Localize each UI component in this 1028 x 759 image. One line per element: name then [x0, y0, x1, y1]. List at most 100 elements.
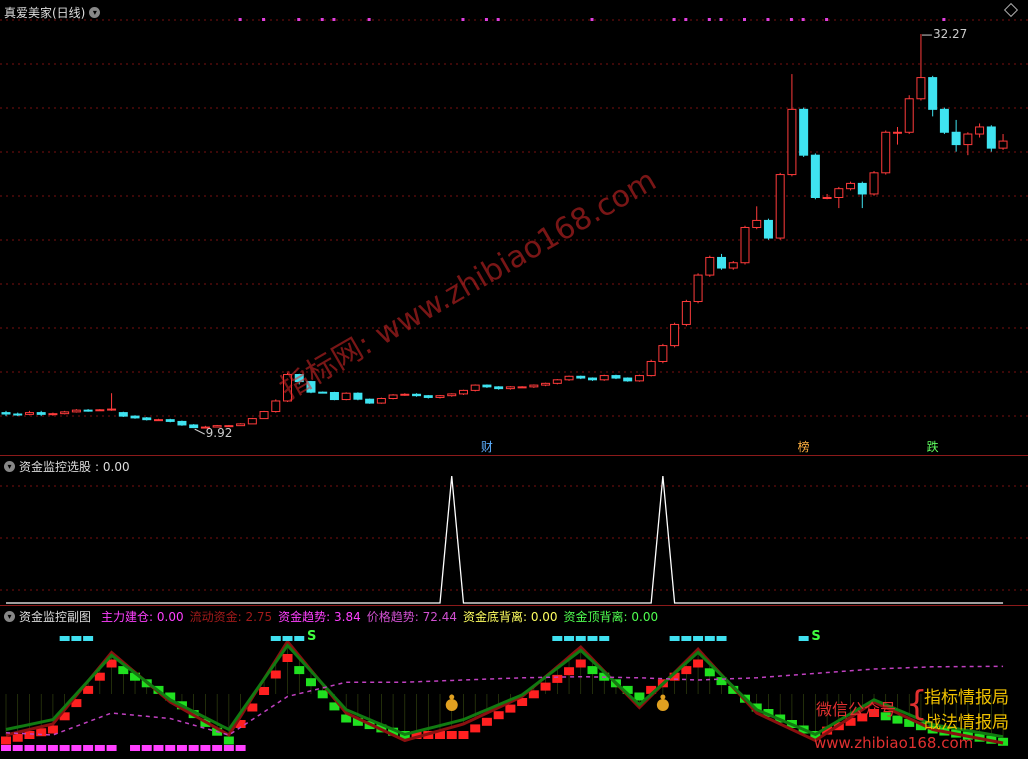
signal-dot — [590, 18, 594, 21]
select-signal-line — [6, 475, 1004, 604]
candle-body — [517, 386, 527, 389]
signal-dot — [789, 18, 793, 21]
top-signal-bar — [83, 636, 94, 641]
stock-chart-window: 32.27 9.92 财榜跌 真爱美家(日线) ▾ ▾ 资金监控选股 : 0.00 … — [0, 0, 1028, 759]
candle-body — [505, 386, 515, 390]
candle-body — [423, 395, 433, 398]
candle-body — [611, 375, 621, 379]
candle-body — [775, 174, 785, 239]
event-marker: 榜 — [798, 439, 810, 454]
candle-body — [318, 391, 328, 394]
event-marker: 跌 — [927, 439, 939, 454]
candle-body — [646, 360, 656, 377]
candle-body — [634, 375, 644, 382]
money-bag-icon-top — [449, 694, 455, 700]
signal-dot — [320, 18, 324, 21]
high-price-label: 32.27 — [933, 27, 967, 41]
signal-dot — [484, 18, 488, 21]
accumulation-bar — [1, 745, 11, 751]
candle-body — [165, 419, 175, 422]
chevron-down-icon[interactable]: ▾ — [4, 461, 15, 472]
candle-body — [998, 140, 1008, 149]
sub-panel-title: ▾ 资金监控副图 主力建仓: 0.00 流动资金: 2.75 资金趋势: 3.84 价… — [4, 608, 664, 625]
candle-body — [681, 301, 691, 325]
top-signal-bar — [599, 636, 610, 641]
top-signal-bar — [552, 636, 563, 641]
candle-body — [975, 126, 985, 135]
candle-body — [24, 412, 34, 415]
signal-dot — [367, 18, 371, 21]
trend-bar — [305, 678, 316, 687]
candle-body — [236, 423, 246, 427]
trend-bar — [505, 704, 516, 713]
candle-body — [904, 98, 914, 133]
top-signal-bar — [669, 636, 680, 641]
accumulation-bar — [188, 745, 199, 751]
candle-body — [552, 379, 562, 384]
candle-body — [447, 393, 457, 397]
accumulation-bar — [47, 745, 58, 751]
top-signal-bar — [575, 636, 586, 641]
candle-body — [412, 393, 422, 397]
candle-body — [541, 382, 551, 386]
candle-body — [388, 394, 398, 400]
candle-body — [599, 375, 609, 381]
top-signal-bar — [71, 636, 82, 641]
candle-body — [470, 384, 480, 391]
sell-signal-s: S — [811, 629, 820, 644]
signal-dot — [707, 18, 711, 21]
candle-body — [435, 395, 445, 398]
accumulation-bar — [83, 745, 94, 751]
accumulation-bar — [165, 745, 176, 751]
candle-body — [986, 126, 996, 149]
candle-body — [36, 412, 46, 415]
trend-bar — [552, 674, 563, 683]
watermark-url: www.zhibiao168.com — [814, 734, 974, 752]
candle-body — [740, 226, 750, 264]
low-pointer — [194, 428, 205, 435]
trend-bar — [317, 690, 328, 699]
top-signal-bar — [270, 636, 281, 641]
trend-bar — [24, 731, 35, 739]
candle-body — [376, 398, 386, 404]
candle-body — [963, 133, 973, 146]
top-signal-bar — [564, 636, 575, 641]
candle-body — [869, 172, 879, 195]
candle-body — [177, 420, 187, 426]
candle-body — [881, 131, 891, 174]
top-signal-bar — [798, 636, 809, 641]
trend-bar — [564, 667, 575, 676]
candle-body — [752, 219, 762, 228]
stock-name: 真爱美家(日线) — [4, 6, 86, 20]
chevron-down-icon[interactable]: ▾ — [4, 611, 15, 622]
candle-body — [834, 188, 844, 198]
candle-body — [658, 345, 668, 362]
trend-bar — [587, 666, 598, 675]
trend-bar — [470, 724, 481, 733]
candle-body — [353, 392, 363, 400]
candle-body — [458, 389, 468, 395]
low-price-label: 9.92 — [206, 426, 233, 440]
candle-body — [13, 413, 23, 416]
indicator-4: 资金底背离: 0.00 — [462, 610, 558, 624]
select-panel-title: ▾ 资金监控选股 : 0.00 — [4, 458, 130, 475]
event-marker: 财 — [481, 440, 493, 454]
chevron-down-icon[interactable]: ▾ — [89, 7, 101, 18]
top-signal-bar — [704, 636, 715, 641]
indicator-3: 价格趋势: 72.44 — [366, 610, 457, 624]
candle-body — [1, 412, 11, 415]
candle-body — [341, 392, 351, 401]
select-indicator-chart[interactable] — [0, 456, 1028, 606]
candle-body — [939, 108, 949, 133]
signal-dot — [684, 18, 688, 21]
trend-bar — [47, 725, 58, 734]
accumulation-bar — [130, 745, 141, 751]
candle-body — [693, 274, 703, 303]
candle-body — [822, 197, 832, 199]
candle-body — [810, 154, 820, 198]
accumulation-bar — [176, 745, 187, 751]
trend-bar — [1, 736, 11, 745]
watermark-line2: 战法情报局 — [924, 713, 1009, 733]
candle-body — [494, 386, 504, 390]
watermark-wechat: 微信公众号 — [816, 700, 897, 719]
